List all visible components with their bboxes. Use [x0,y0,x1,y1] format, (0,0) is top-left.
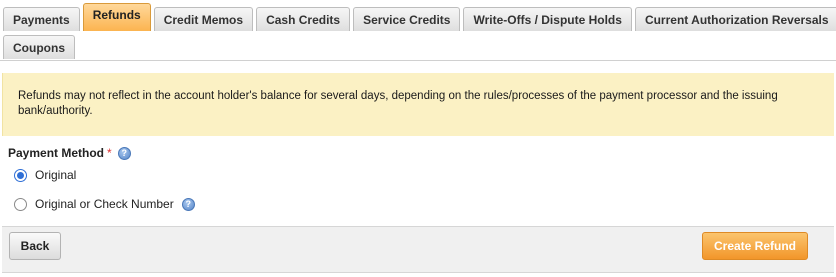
refund-notice: Refunds may not reflect in the account h… [2,73,834,136]
tab-write-offs[interactable]: Write-Offs / Dispute Holds [463,7,632,31]
tab-payments[interactable]: Payments [3,7,80,31]
tab-refunds[interactable]: Refunds [82,3,151,31]
tab-coupons[interactable]: Coupons [3,35,75,59]
radio-option-original[interactable]: Original [14,168,76,182]
tab-credit-memos[interactable]: Credit Memos [153,7,254,31]
tab-authorization-reversals[interactable]: Current Authorization Reversals [634,7,836,31]
payment-method-label: Payment Method * ? [8,146,131,160]
payment-method-label-text: Payment Method [8,146,105,160]
radio-original-or-check-label[interactable]: Original or Check Number [35,197,174,211]
tab-row-1: Payments Refunds Credit Memos Cash Credi… [3,3,836,31]
question-help-icon[interactable]: ? [117,146,131,160]
action-footer: Back Create Refund [2,226,834,273]
required-marker: * [107,146,112,160]
question-help-icon[interactable]: ? [181,197,195,211]
radio-original-or-check[interactable] [14,197,27,211]
radio-original-label[interactable]: Original [35,168,76,182]
radio-option-original-or-check[interactable]: Original or Check Number ? [14,197,195,211]
tab-cash-credits[interactable]: Cash Credits [256,7,351,31]
create-refund-button[interactable]: Create Refund [702,232,808,260]
refund-notice-text: Refunds may not reflect in the account h… [18,90,778,117]
tab-service-credits[interactable]: Service Credits [353,7,461,31]
tab-content-divider [0,60,836,61]
back-button[interactable]: Back [9,232,61,260]
radio-original[interactable] [14,168,27,182]
tab-bar: Payments Refunds Credit Memos Cash Credi… [3,3,836,59]
tab-row-2: Coupons [3,31,833,59]
